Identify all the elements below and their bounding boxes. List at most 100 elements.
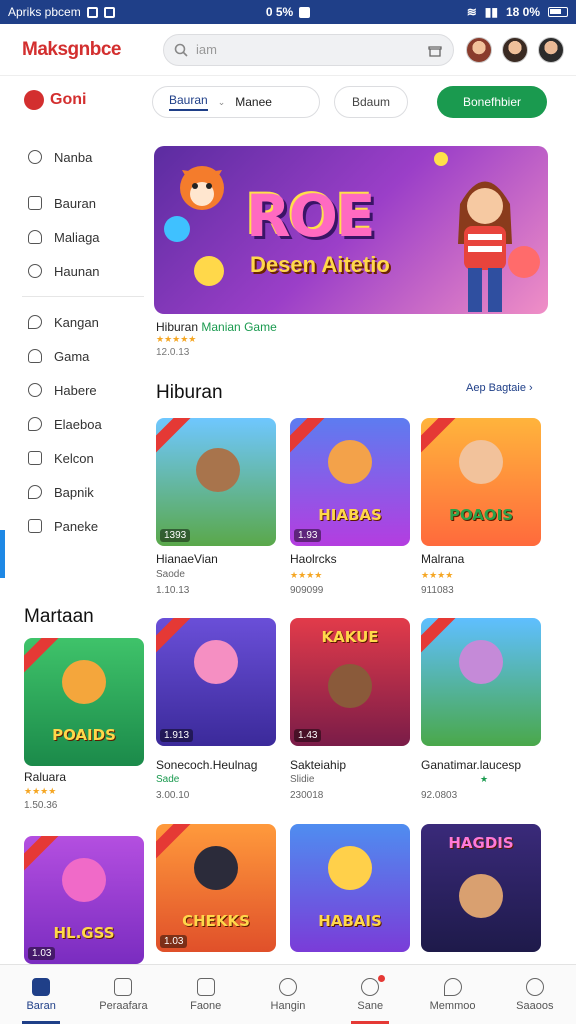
game-card[interactable]: POAOIS [421,418,541,546]
nav-item-profile[interactable]: Saaoos [494,965,576,1024]
card-sub: Saode [156,569,185,580]
sim-icon [299,6,311,18]
search-input[interactable]: iam [196,42,419,57]
nav-item-favorites[interactable]: Memmoo [411,965,493,1024]
calendar-icon [28,451,42,465]
smile-icon [28,264,42,278]
game-card[interactable]: POAIDS [24,638,144,766]
hero-caption-a: Hiburan [156,320,199,334]
sidebar-item[interactable]: Haunan [0,254,148,288]
game-card[interactable]: CHEKKS 1.03 [156,824,276,952]
sidebar-item[interactable]: Gama [0,339,148,373]
card-name: Raluara [24,770,67,784]
avatar[interactable] [466,36,492,63]
status-text-mid: 0 5% [265,5,294,19]
game-card[interactable]: KAKUE 1.43 [290,618,410,746]
game-card[interactable]: 1.913 [156,618,276,746]
hero-meta-value: 12.0.13 [156,347,190,358]
card-badge: 1.93 [294,529,322,542]
hero-rating: ★★★★★ [156,334,197,344]
list-icon [196,977,215,996]
sidebar-item[interactable]: Habere [0,373,148,407]
game-card[interactable]: HAGDIS [421,824,541,952]
cta-button[interactable]: Bonefhbier [437,86,547,118]
sidebar-item[interactable]: Nanba [0,140,148,174]
sidebar: Nanba Bauran Maliaga Haunan Kangan Gama … [0,140,148,543]
card-stars: ★★★★ [421,570,454,580]
avatar[interactable] [538,36,564,63]
mascot-icon [62,858,106,902]
card-badge: 1.03 [160,935,188,948]
profile-icon [525,977,544,996]
ribbon-badge [421,618,456,655]
card-title: POAIDS [52,726,116,744]
nav-item-list[interactable]: Faone [165,965,247,1024]
wifi-icon: ≋ [466,5,477,19]
card-count: 1.10.13 [156,585,190,596]
sidebar-item[interactable]: Bauran [0,186,148,220]
nav-item-home[interactable]: Baran [0,965,82,1024]
search-icon [28,383,42,397]
avatar[interactable] [502,36,528,63]
store-icon [114,977,133,996]
mascot-icon [459,874,503,918]
ribbon-badge [156,824,191,861]
ribbon-badge [156,418,191,455]
bell-icon [28,349,42,363]
ribbon-badge [421,418,456,455]
segment-other[interactable]: Manee [235,95,272,109]
card-name: HianaeVian [156,552,218,566]
game-card[interactable]: 1393 [156,418,276,546]
app-header: Maksgnbce iam [0,24,576,76]
card-badge: 1.43 [294,729,322,742]
game-card[interactable]: HIABAS 1.93 [290,418,410,546]
compass-icon [278,977,297,996]
card-name: Malrana [421,552,465,566]
gift-icon[interactable] [427,42,443,58]
brand-label: Goni [50,91,87,108]
ribbon-badge [156,618,191,655]
nav-item-explore[interactable]: Hangin [247,965,329,1024]
filter-row: Goni Bauran ⌄ Manee Bdaum Bonefhbier [0,84,576,120]
sidebar-item[interactable]: Elaeboa [0,407,148,441]
search-icon [361,977,380,996]
sidebar-item[interactable]: Maliaga [0,220,148,254]
card-stars: ★ [480,774,489,784]
card-name: Sonecoch.Heulnag [156,758,258,772]
decor-bubble [194,256,224,286]
chevron-down-icon[interactable]: ⌄ [218,97,226,108]
game-card[interactable]: HL.GSS 1.03 [24,836,144,964]
nav-item-search[interactable]: Sane [329,965,411,1024]
hero-title: ROE [246,182,376,250]
app-logo[interactable]: Maksgnbce [22,39,139,61]
card-stars: ★★★★ [24,786,57,796]
card-title: POAOIS [448,506,514,524]
segment-active[interactable]: Bauran [169,93,208,111]
see-all-link[interactable]: Aep Bagtaie › [466,382,533,394]
game-card[interactable] [421,618,541,746]
sidebar-item[interactable]: Bapnik [0,475,148,509]
mascot-icon [328,440,372,484]
nav-item-store[interactable]: Peraafara [82,965,164,1024]
game-card[interactable]: HABAIS [290,824,410,952]
sidebar-divider [22,296,144,297]
brand-mark[interactable]: Goni [24,90,86,110]
sidebar-item[interactable]: Kelcon [0,441,148,475]
sidebar-item[interactable]: Paneke [0,509,148,543]
filter-pill[interactable]: Bdaum [334,86,408,118]
mascot-icon [328,846,372,890]
ribbon-badge [290,418,325,455]
hero-banner[interactable]: ROE Desen Aitetio [154,146,548,314]
mascot-icon [194,640,238,684]
search-bar[interactable]: iam [162,33,454,66]
status-bar: Apriks pbcem 0 5% ≋ ▮▮ 18 0% [0,0,576,24]
card-count: 1.50.36 [24,800,58,811]
card-title: CHEKKS [182,912,250,930]
sidebar-item[interactable]: Kangan [0,305,148,339]
notification-dot [378,975,386,982]
signal-icon: ▮▮ [484,5,498,19]
status-text-left: Apriks pbcem [8,5,81,19]
fox-mascot-icon [180,166,224,210]
headphone-icon [28,230,42,244]
bottom-nav: Baran Peraafara Faone Hangin Sane Memmoo… [0,964,576,1024]
